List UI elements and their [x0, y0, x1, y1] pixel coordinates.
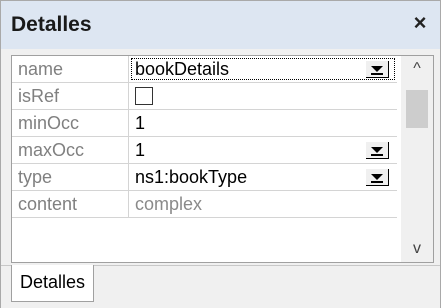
tab-strip: Detalles	[1, 265, 440, 308]
property-label: content	[12, 190, 129, 218]
dropdown-arrow-icon[interactable]	[366, 169, 389, 186]
property-value-cell[interactable]: 1	[128, 109, 397, 137]
property-row-isref[interactable]: isRef	[12, 82, 397, 110]
scroll-down-icon[interactable]: v	[401, 236, 433, 262]
dropdown-arrow-icon[interactable]	[366, 61, 389, 78]
property-label: name	[12, 56, 129, 83]
title-bar: Detalles ×	[1, 1, 440, 49]
scroll-up-icon[interactable]: ^	[401, 56, 433, 82]
property-value-cell: complex	[128, 190, 397, 218]
property-value-cell[interactable]: bookDetails	[128, 56, 397, 83]
property-value: complex	[135, 193, 203, 214]
tab-detalles[interactable]: Detalles	[11, 265, 95, 302]
property-value[interactable]: 1	[135, 140, 145, 160]
property-value[interactable]: ns1:bookType	[135, 167, 247, 187]
property-label: type	[12, 163, 129, 191]
property-grid: name bookDetails isRef minOcc 1 maxOcc 1…	[11, 55, 434, 263]
close-icon[interactable]: ×	[408, 10, 432, 36]
property-label: maxOcc	[12, 136, 129, 164]
property-row-maxocc[interactable]: maxOcc 1	[12, 136, 397, 164]
isref-checkbox[interactable]	[135, 86, 153, 105]
property-row-minocc[interactable]: minOcc 1	[12, 109, 397, 137]
property-row-type[interactable]: type ns1:bookType	[12, 163, 397, 191]
vertical-scrollbar[interactable]: ^ v	[401, 56, 433, 262]
dropdown-arrow-icon[interactable]	[366, 142, 389, 159]
property-value[interactable]: bookDetails	[135, 59, 229, 79]
property-label: minOcc	[12, 109, 129, 137]
property-value[interactable]: 1	[135, 113, 145, 133]
property-table: name bookDetails isRef minOcc 1 maxOcc 1…	[12, 56, 397, 218]
property-label: isRef	[12, 82, 129, 110]
property-value-cell[interactable]: ns1:bookType	[128, 163, 397, 191]
property-row-name[interactable]: name bookDetails	[12, 56, 397, 83]
property-value-cell[interactable]: 1	[128, 136, 397, 164]
details-window: Detalles × name bookDetails isRef minOcc	[0, 0, 441, 308]
window-title: Detalles	[11, 13, 92, 36]
scrollbar-thumb[interactable]	[406, 90, 428, 128]
property-row-content[interactable]: content complex	[12, 190, 397, 218]
property-value-cell[interactable]	[128, 82, 397, 110]
